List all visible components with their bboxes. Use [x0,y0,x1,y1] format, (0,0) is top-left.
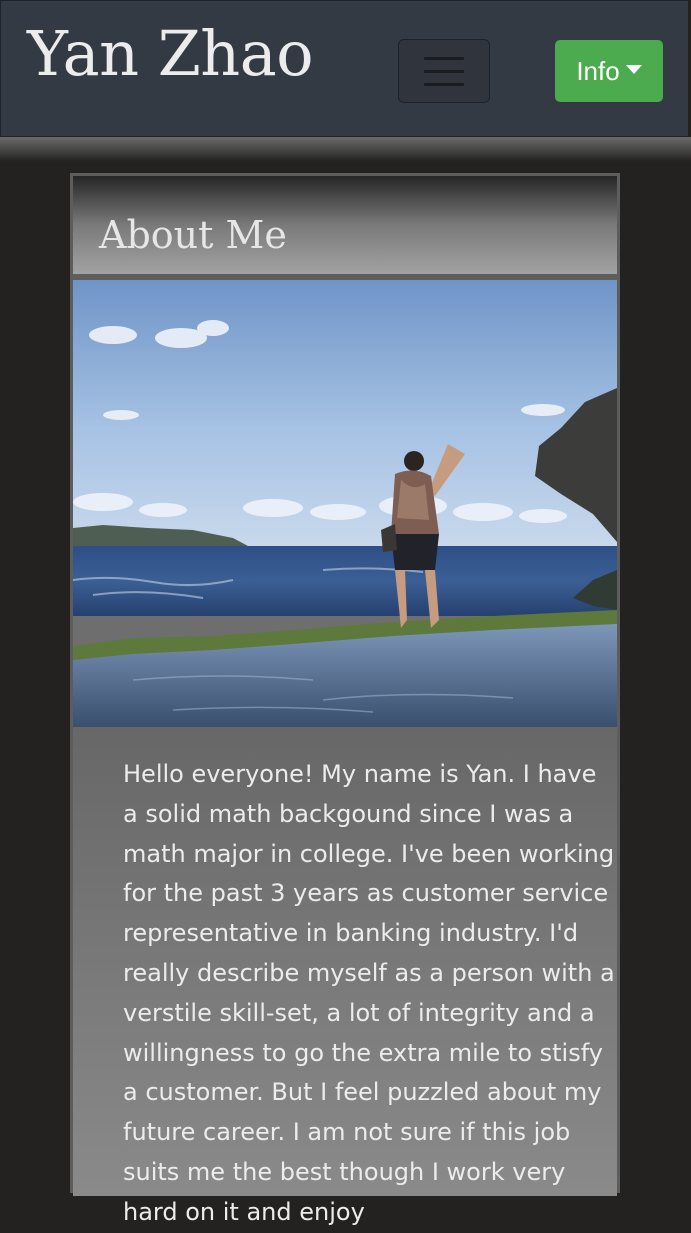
navbar-toggler-button[interactable] [398,39,490,103]
navbar: Yan Zhao Info [0,0,689,137]
info-dropdown-button[interactable]: Info [555,40,663,102]
bio-text: Hello everyone! My name is Yan. I have a… [123,760,615,1226]
card-header: About Me [73,176,617,274]
info-label: Info [576,55,620,86]
brand-title[interactable]: Yan Zhao [27,23,314,85]
profile-photo [73,280,617,727]
caret-down-icon [625,64,642,74]
navbar-shadow [0,137,691,161]
card-title: About Me [99,213,287,257]
card-body: Hello everyone! My name is Yan. I have a… [73,727,617,1226]
about-card: About Me Hello everyone! My name is Yan.… [70,173,620,1226]
